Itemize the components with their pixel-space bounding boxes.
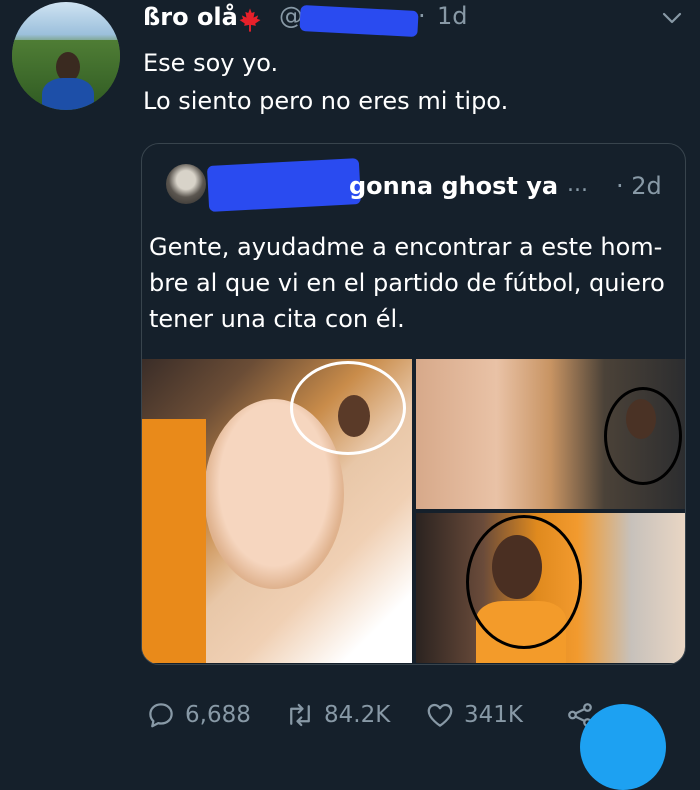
quoted-time: · 2d xyxy=(616,172,662,200)
photo-selfie[interactable] xyxy=(142,359,412,663)
quoted-author-name: gonna ghost ya xyxy=(349,172,559,200)
chevron-down-icon[interactable] xyxy=(660,6,684,30)
reply-icon xyxy=(149,702,173,727)
quoted-text-line: Gente, ayudadme a encontrar a este hom- xyxy=(149,233,663,261)
author-avatar[interactable] xyxy=(12,2,120,110)
photo-man-orange[interactable] xyxy=(416,513,685,663)
retweet-count: 84.2K xyxy=(324,701,391,728)
separator-dot: · xyxy=(418,2,426,30)
redaction-mark xyxy=(206,158,362,212)
photo-shirt xyxy=(142,419,206,663)
like-button[interactable]: 341K xyxy=(425,698,523,731)
highlight-circle xyxy=(466,515,582,649)
maple-leaf-icon xyxy=(239,8,261,32)
reply-button[interactable]: 6,688 xyxy=(146,698,251,731)
tweet-time[interactable]: 1d xyxy=(437,2,468,30)
author-name[interactable]: ßro olå xyxy=(143,3,238,31)
redaction-mark xyxy=(299,4,419,38)
tweet-text-line: Lo siento pero no eres mi tipo. xyxy=(143,87,509,115)
quoted-text-line: tener una cita con él. xyxy=(149,305,405,333)
quoted-ellipsis: ... xyxy=(567,172,588,197)
quoted-text: Gente, ayudadme a encontrar a este hom- … xyxy=(149,229,677,337)
retweet-button[interactable]: 84.2K xyxy=(285,698,390,731)
heart-icon xyxy=(427,703,453,727)
photo-closeup[interactable] xyxy=(416,359,685,509)
compose-tweet-button[interactable] xyxy=(580,704,666,790)
quoted-author-avatar xyxy=(166,164,206,204)
photo-man-face xyxy=(626,399,656,439)
quoted-text-line: bre al que vi en el partido de fútbol, q… xyxy=(149,269,665,297)
reply-count: 6,688 xyxy=(185,701,251,728)
photo-man-face xyxy=(338,395,370,437)
quoted-tweet-card[interactable]: gonna ghost ya ... · 2d Gente, ayudadme … xyxy=(141,143,686,665)
tweet-text-line: Ese soy yo. xyxy=(143,49,279,77)
retweet-icon xyxy=(290,703,310,726)
like-count: 341K xyxy=(464,701,523,728)
tweet-text: Ese soy yo. Lo siento pero no eres mi ti… xyxy=(143,44,508,120)
